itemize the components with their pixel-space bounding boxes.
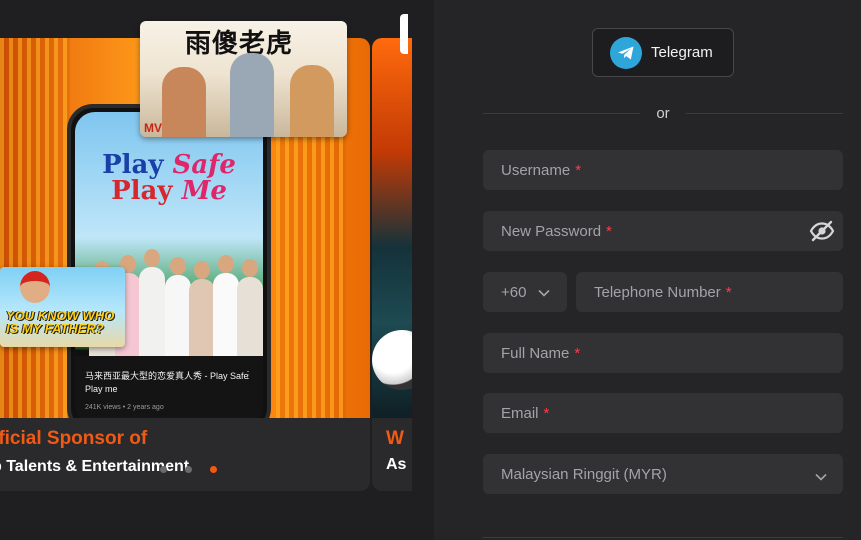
video-title: 马来西亚最大型的恋爱真人秀 - Play Safe Play me bbox=[85, 371, 249, 394]
movie-thumbnail[interactable]: YOU KNOW WHO IS MY FATHER? bbox=[0, 267, 125, 347]
register-form: Telegram or Username * New Password * +6… bbox=[434, 0, 861, 540]
currency-value: Malaysian Ringgit (MYR) bbox=[501, 465, 667, 483]
register-page: Play Safe Play Me 马来西亚最大型的恋爱真人秀 - Play S… bbox=[0, 0, 861, 540]
telegram-icon bbox=[610, 36, 642, 69]
telegram-login-button[interactable]: Telegram bbox=[592, 28, 734, 77]
chevron-down-icon bbox=[815, 468, 827, 486]
chevron-down-icon bbox=[538, 284, 551, 301]
promo-carousel: Play Safe Play Me 马来西亚最大型的恋爱真人秀 - Play S… bbox=[0, 0, 434, 540]
country-code-value: +60 bbox=[501, 283, 527, 301]
divider-left bbox=[483, 113, 640, 114]
mv-title: 雨傻老虎 bbox=[185, 29, 294, 59]
username-field[interactable]: Username * bbox=[483, 150, 843, 190]
carousel-dot-active[interactable] bbox=[210, 466, 217, 473]
promo-card-caption: fficial Sponsor of p Talents & Entertain… bbox=[0, 418, 370, 491]
promo-card-title: W bbox=[386, 428, 404, 449]
username-placeholder: Username bbox=[501, 161, 571, 179]
eye-off-icon[interactable] bbox=[809, 220, 835, 247]
required-marker: * bbox=[543, 404, 550, 422]
email-placeholder: Email bbox=[501, 404, 539, 422]
carousel-dot[interactable] bbox=[185, 466, 192, 473]
mv-badge: MV bbox=[144, 121, 162, 135]
video-info[interactable]: 马来西亚最大型的恋爱真人秀 - Play Safe Play me 241K v… bbox=[75, 356, 263, 426]
telegram-label: Telegram bbox=[651, 44, 713, 61]
promo-card-title: fficial Sponsor of bbox=[0, 428, 148, 449]
required-marker: * bbox=[606, 222, 612, 240]
currency-select[interactable]: Malaysian Ringgit (MYR) bbox=[483, 454, 843, 494]
video-meta: 241K views • 2 years ago bbox=[85, 404, 164, 411]
full-name-placeholder: Full Name bbox=[501, 344, 570, 362]
or-label: or bbox=[656, 105, 670, 122]
promo-card-subtitle: As bbox=[386, 456, 407, 473]
telephone-field[interactable]: Telephone Number * bbox=[576, 272, 843, 312]
password-field[interactable]: New Password * bbox=[483, 211, 843, 251]
full-name-field[interactable]: Full Name * bbox=[483, 333, 843, 373]
email-field[interactable]: Email * bbox=[483, 393, 843, 433]
carousel-dots bbox=[160, 466, 217, 473]
movie-title: YOU KNOW WHO IS MY FATHER? bbox=[6, 308, 115, 336]
required-marker: * bbox=[574, 344, 581, 362]
carousel-dot[interactable] bbox=[160, 466, 167, 473]
mv-thumbnail[interactable]: 雨傻老虎 MV bbox=[140, 21, 347, 137]
promo-card-next[interactable]: W As bbox=[372, 38, 412, 491]
more-options-icon[interactable]: ⋮ bbox=[243, 370, 253, 381]
required-marker: * bbox=[725, 283, 732, 301]
next-field-edge bbox=[483, 537, 843, 538]
show-title: Play Safe Play Me bbox=[102, 150, 236, 206]
required-marker: * bbox=[575, 161, 582, 179]
promo-card-peek bbox=[400, 14, 408, 54]
divider-right bbox=[686, 113, 843, 114]
password-placeholder: New Password bbox=[501, 222, 602, 240]
telephone-placeholder: Telephone Number bbox=[594, 283, 721, 301]
country-code-select[interactable]: +60 bbox=[483, 272, 567, 312]
